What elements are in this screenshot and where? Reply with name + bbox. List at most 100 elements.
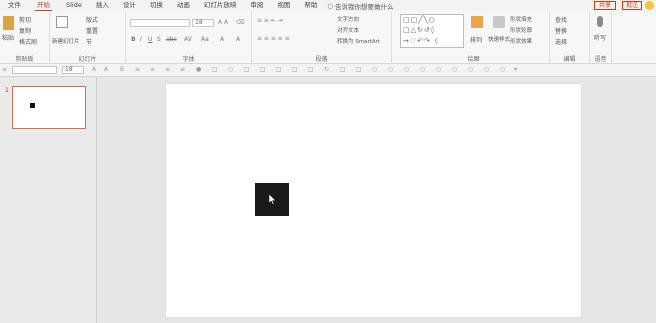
tab-design[interactable]: 设计 <box>121 0 138 11</box>
tab-view[interactable]: 视图 <box>275 0 292 11</box>
new-slide-label[interactable]: 新建幻灯片 <box>52 37 80 45</box>
qbar-more-icon-7[interactable]: ○ <box>468 67 474 73</box>
bold-icon[interactable]: B <box>131 36 136 43</box>
arrange-label[interactable]: 排列 <box>470 35 482 44</box>
format-painter-button[interactable]: 格式刷 <box>19 37 37 46</box>
qbar-size-value: 18 <box>65 66 73 73</box>
qbar-font-combo[interactable] <box>12 66 57 74</box>
char-spacing-icon[interactable]: AV <box>184 36 192 43</box>
strikethrough-icon[interactable]: abc <box>166 36 177 43</box>
qbar-more-icon-4[interactable]: ○ <box>420 67 426 73</box>
smartart-button[interactable]: 转换为 SmartArt <box>337 37 380 45</box>
qbar-size-icon[interactable]: □ <box>356 67 362 73</box>
qbar-send-back-icon[interactable]: □ <box>276 67 282 73</box>
tell-me-box[interactable]: ○ 告诉我你想要做什么 <box>327 1 393 11</box>
qbar-more-icon-1[interactable]: ○ <box>372 67 378 73</box>
tab-animations[interactable]: 动画 <box>175 0 192 11</box>
slide-canvas[interactable] <box>166 84 581 317</box>
tab-home[interactable]: 开始 <box>35 0 52 11</box>
qbar-align-left-icon[interactable]: ≡ <box>135 67 141 73</box>
qbar-bring-front-icon[interactable]: □ <box>260 67 266 73</box>
grow-shrink-font-icon[interactable]: A A <box>218 19 228 26</box>
find-button[interactable]: 查找 <box>555 15 567 24</box>
paint-icon[interactable]: ≡ <box>2 67 8 73</box>
tab-transitions[interactable]: 切换 <box>148 0 165 11</box>
microphone-icon[interactable] <box>597 16 603 27</box>
shape-effects-button[interactable]: 形状效果 <box>510 37 532 45</box>
qbar-arrange-icon[interactable]: □ <box>244 67 250 73</box>
quick-styles-icon[interactable] <box>493 16 505 28</box>
qbar-rotate-icon[interactable]: ↻ <box>324 67 330 73</box>
qbar-justify-icon[interactable]: ≡ <box>180 67 186 73</box>
comment-button[interactable]: 批注 <box>621 1 642 10</box>
paste-icon[interactable] <box>3 16 14 30</box>
copy-button[interactable]: 复制 <box>19 26 31 35</box>
shape-outline-button[interactable]: 形状轮廓 <box>510 26 532 34</box>
select-button[interactable]: 选择 <box>555 37 567 46</box>
qbar-more-icon-5[interactable]: ○ <box>436 67 442 73</box>
qbar-align-icon[interactable]: □ <box>308 67 314 73</box>
qbar-more-icon-9[interactable]: ○ <box>500 67 506 73</box>
change-case-icon[interactable]: Aa <box>201 36 209 43</box>
shape-fill-button[interactable]: 形状填充 <box>510 15 532 23</box>
shapes-gallery[interactable]: □□╱╲○ □△↻↺◊ →♡↶↷〈 <box>400 14 464 48</box>
qbar-align-center-icon[interactable]: ≡ <box>150 67 156 73</box>
qbar-effects-icon[interactable]: ○ <box>228 67 234 73</box>
qbar-shrink-icon[interactable]: A <box>104 67 110 73</box>
qbar-outline-icon[interactable]: □ <box>212 67 218 73</box>
tab-insert[interactable]: 插入 <box>94 0 111 11</box>
bullets-icon[interactable]: ≡ ≡ ⇤ ⇥ <box>257 17 283 24</box>
black-rectangle-shape[interactable] <box>255 183 289 216</box>
qbar-fill-icon[interactable]: ● <box>196 67 202 73</box>
text-direction-button[interactable]: 文字方向 <box>337 15 359 23</box>
font-name-combo[interactable] <box>130 19 190 27</box>
clear-format-icon[interactable]: ⌫ <box>236 19 244 26</box>
clipboard-label: 剪贴板 <box>15 56 34 63</box>
slides-label: 幻灯片 <box>78 56 97 63</box>
section-button[interactable]: 节 <box>86 37 92 46</box>
font-size-combo[interactable]: 18 <box>192 19 214 27</box>
qbar-more-icon-2[interactable]: ○ <box>388 67 394 73</box>
italic-icon[interactable]: I <box>140 36 142 43</box>
qbar-grow-icon[interactable]: A <box>92 67 98 73</box>
cut-button[interactable]: 剪切 <box>19 15 31 24</box>
qbar-align-right-icon[interactable]: ≡ <box>165 67 171 73</box>
shadow-icon[interactable]: S <box>157 36 161 43</box>
font-color-icon[interactable]: A <box>220 36 224 43</box>
editing-group: 查找 替换 选择 编辑 <box>550 11 590 64</box>
underline-icon[interactable]: U <box>148 36 152 43</box>
qbar-group-icon[interactable]: □ <box>292 67 298 73</box>
replace-button[interactable]: 替换 <box>555 26 567 35</box>
tab-review[interactable]: 审阅 <box>248 0 265 11</box>
paste-label[interactable]: 粘贴 <box>2 33 14 42</box>
qbar-crop-icon[interactable]: □ <box>340 67 346 73</box>
tab-help[interactable]: 帮助 <box>302 0 319 11</box>
qbar-bold-icon[interactable]: B <box>120 67 126 73</box>
ribbon: 粘贴 剪切 复制 格式刷 剪贴板 新建幻灯片 版式 重置 节 幻灯片 18 A … <box>0 11 656 64</box>
dictate-label[interactable]: 听写 <box>594 33 606 42</box>
highlight-icon[interactable]: A <box>236 36 240 43</box>
qbar-size-combo[interactable]: 18 <box>62 66 84 74</box>
new-slide-icon[interactable] <box>56 16 68 28</box>
reset-button[interactable]: 重置 <box>86 26 98 35</box>
feedback-smiley-icon[interactable] <box>645 1 654 10</box>
tab-slideshow[interactable]: 幻灯片放映 <box>202 0 239 11</box>
quick-format-bar: ≡ 18 A A B ≡ ≡ ≡ ≡ ● □ ○ □ □ □ □ □ ↻ □ □… <box>0 64 656 77</box>
share-button[interactable]: 共享 <box>593 1 616 10</box>
align-icons[interactable]: ≡ ≡ ≡ ≡ ≡ <box>257 35 290 42</box>
qbar-more-icon-3[interactable]: ○ <box>404 67 410 73</box>
qbar-more-icon-8[interactable]: ○ <box>484 67 490 73</box>
tab-slide[interactable]: Slide <box>64 0 84 11</box>
tab-file[interactable]: 文件 <box>6 0 23 11</box>
paragraph-label: 段落 <box>315 56 328 63</box>
align-text-button[interactable]: 对齐文本 <box>337 26 359 34</box>
qbar-more-icon-6[interactable]: ○ <box>452 67 458 73</box>
qbar-dropdown-icon[interactable]: ▾ <box>514 67 520 73</box>
slide-thumbnail[interactable] <box>12 86 86 129</box>
quick-styles-label[interactable]: 快速样式 <box>488 35 510 43</box>
arrange-icon[interactable] <box>471 16 483 28</box>
voice-label: 语音 <box>594 56 607 63</box>
layout-button[interactable]: 版式 <box>86 15 98 24</box>
font-label: 字体 <box>182 56 195 63</box>
editing-label: 编辑 <box>563 56 576 63</box>
